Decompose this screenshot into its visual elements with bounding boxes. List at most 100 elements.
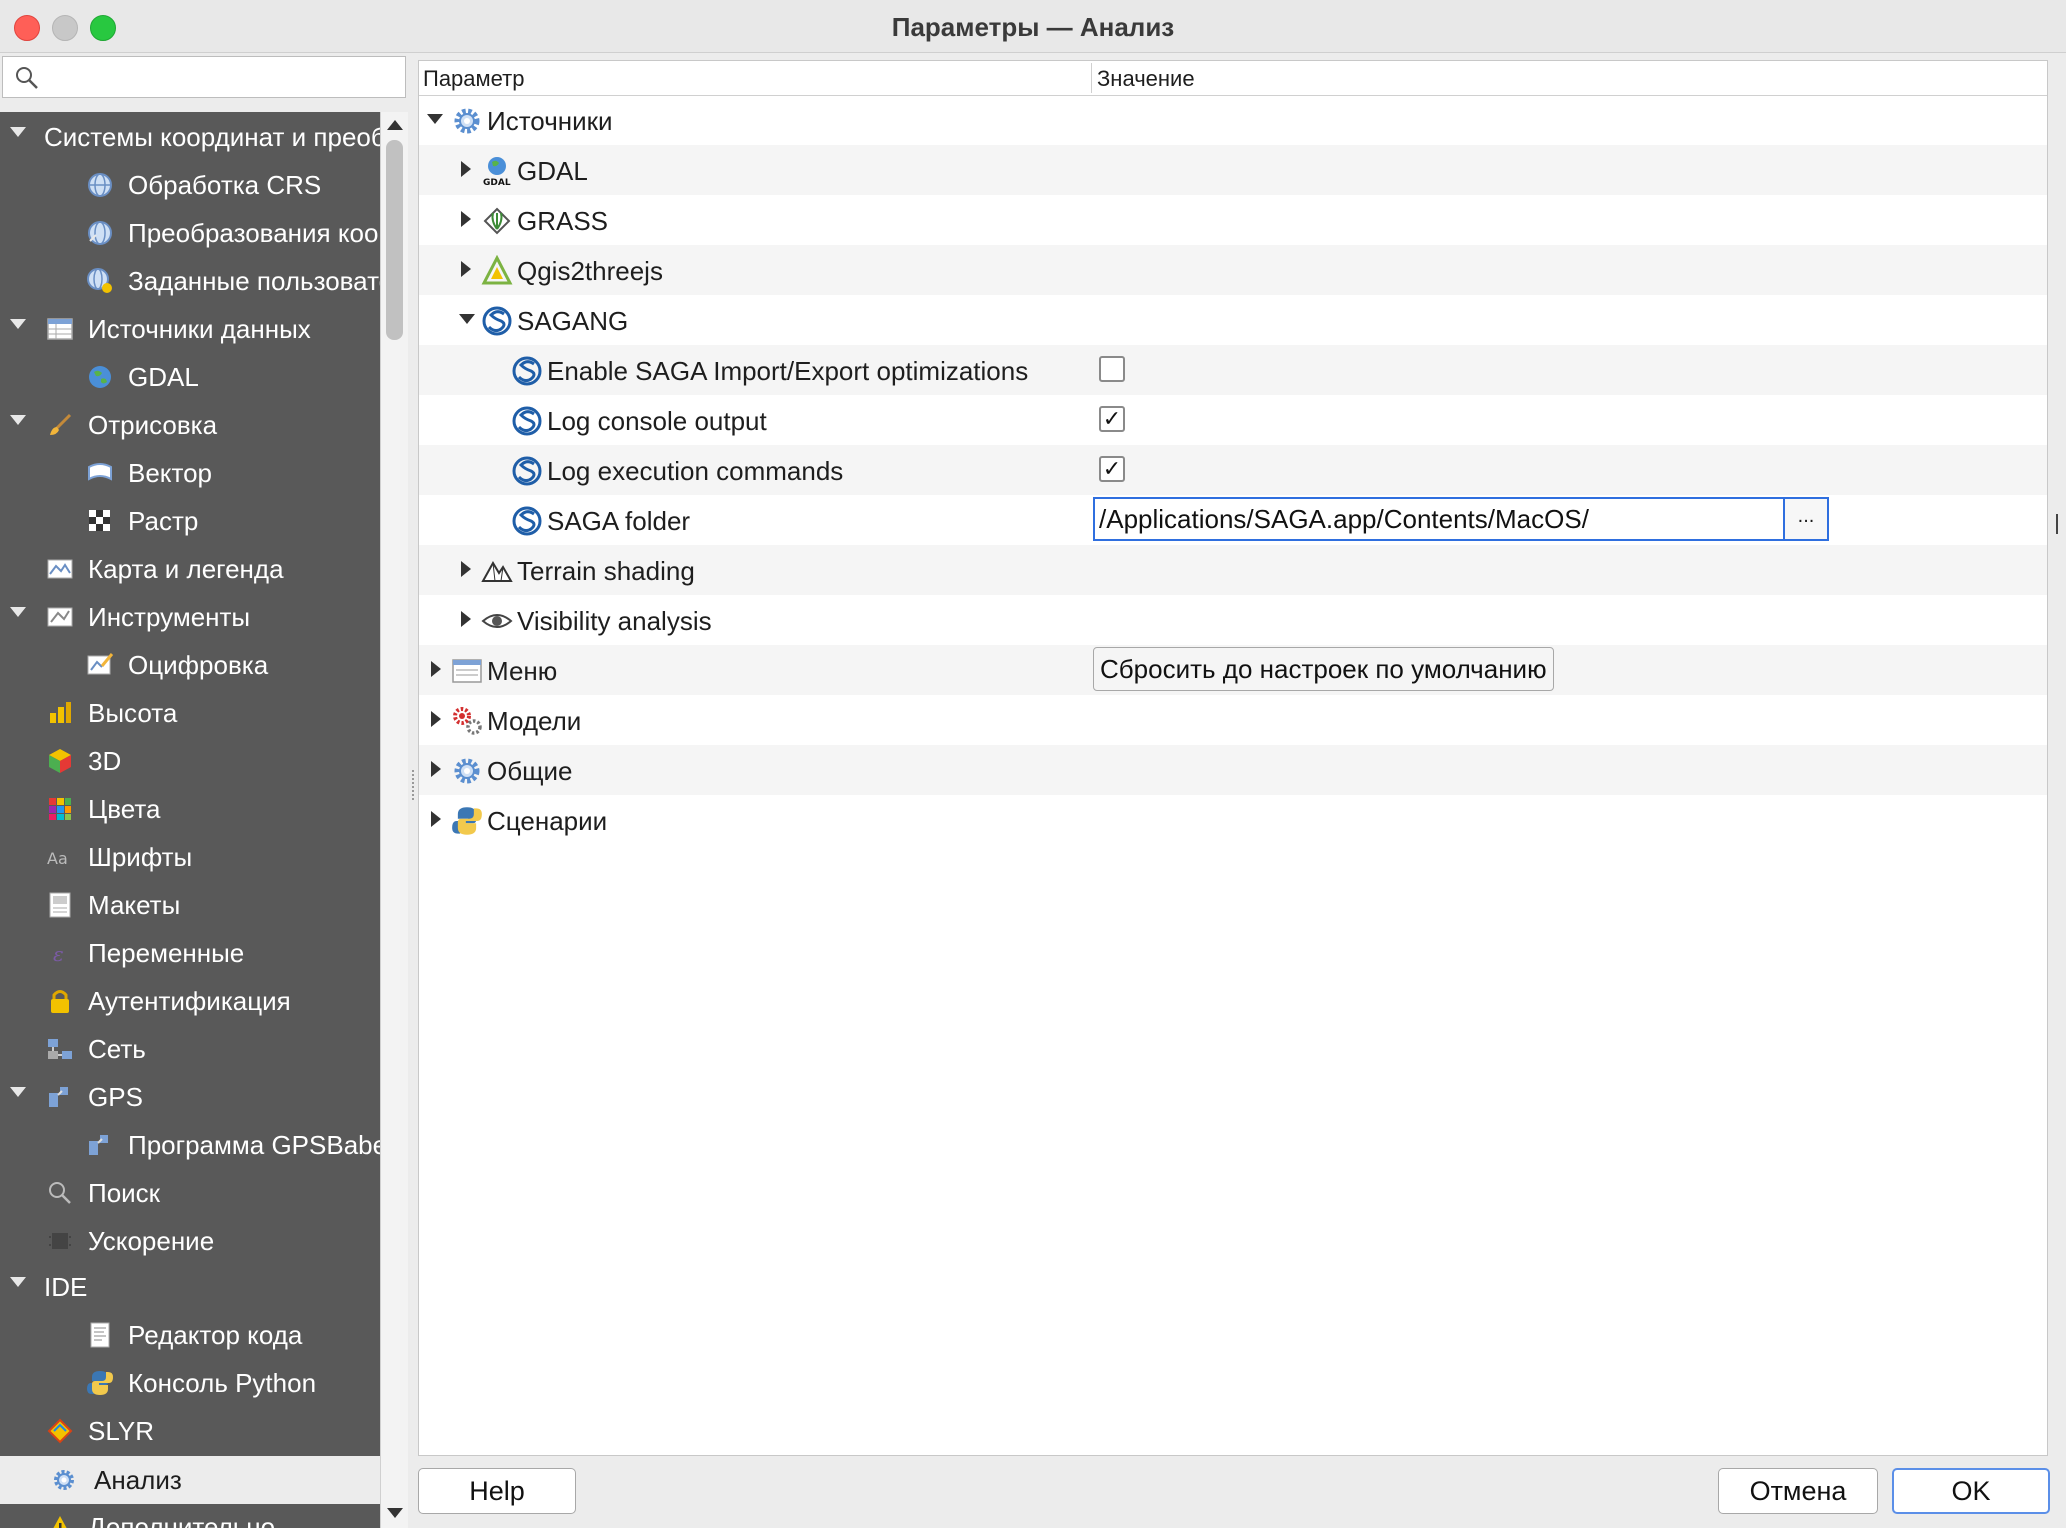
expand-arrow-icon[interactable] [431,661,441,677]
python-icon [452,807,482,835]
tree-row-label: GDAL [517,156,588,186]
sidebar-item-elevation[interactable]: Высота [0,690,380,736]
sidebar-item-digitizing[interactable]: Оцифровка [0,642,380,688]
collapse-arrow-icon[interactable] [427,114,443,124]
tree-row-scripts[interactable]: Сценарии [419,795,2047,845]
tree-row-visibility-analysis[interactable]: Visibility analysis [419,595,2047,645]
title-bar: Параметры — Анализ [0,0,2066,53]
column-header-value[interactable]: Значение [1097,66,1195,92]
sidebar-item-layouts[interactable]: Макеты [0,882,380,928]
sidebar-item-gpsbabel[interactable]: Программа GPSBabel [0,1122,380,1168]
gps-icon [89,1135,108,1155]
sidebar-item-label: Цвета [88,794,161,824]
scroll-down-icon[interactable] [387,1508,403,1518]
expand-arrow-icon[interactable] [10,415,26,425]
saga-import-export-checkbox[interactable] [1099,356,1125,382]
sidebar-item-data-sources[interactable]: Источники данных [0,306,380,352]
tree-header: Параметр Значение [419,61,2047,96]
saga-folder-input[interactable] [1093,497,1783,541]
sidebar-item-crs[interactable]: Системы координат и преоб [0,114,380,160]
tree-row-saga-folder[interactable]: SAGA folder ... [419,495,2047,545]
sidebar-item-crs-handling[interactable]: Обработка CRS [0,162,380,208]
help-button[interactable]: Help [418,1468,576,1514]
sidebar-item-acceleration[interactable]: Ускорение [0,1218,380,1264]
variables-icon: ε [53,942,64,966]
column-header-parameter[interactable]: Параметр [423,66,524,92]
tree-row-models[interactable]: Модели [419,695,2047,745]
sidebar-item-advanced[interactable]: Дополнительно [0,1504,380,1528]
reset-defaults-button[interactable]: Сбросить до настроек по умолчанию [1093,647,1554,691]
sidebar-item-tools[interactable]: Инструменты [0,594,380,640]
tree-row-log-execution-commands[interactable]: Log execution commands ✓ [419,445,2047,495]
tree-row-gdal[interactable]: GDAL GDAL [419,145,2047,195]
splitter-handle[interactable] [412,770,417,800]
tree-row-terrain-shading[interactable]: Terrain shading [419,545,2047,595]
sidebar-item-map-legend[interactable]: Карта и легенда [0,546,380,592]
expand-arrow-icon[interactable] [10,1087,26,1097]
sidebar-item-authentication[interactable]: Аутентификация [0,978,380,1024]
sidebar-item-code-editor[interactable]: Редактор кода [0,1312,380,1358]
saga-icon [512,506,542,536]
expand-arrow-icon[interactable] [10,1277,26,1287]
sidebar-item-gdal[interactable]: GDAL [0,354,380,400]
sidebar-item-gps[interactable]: GPS [0,1074,380,1120]
column-separator[interactable] [1091,63,1092,93]
sidebar: Системы координат и преоб Обработка CRS … [0,112,380,1528]
raster-icon [89,510,110,531]
sidebar-item-analysis[interactable]: Анализ [0,1456,380,1504]
sidebar-item-label: Переменные [88,938,245,968]
tree-row-label: SAGA folder [547,506,691,536]
tree-row-general[interactable]: Общие [419,745,2047,795]
expand-arrow-icon[interactable] [461,211,471,227]
expand-arrow-icon[interactable] [10,127,26,137]
tree-row-menus[interactable]: Меню Сбросить до настроек по умолчанию [419,645,2047,695]
sidebar-scrollbar[interactable] [380,112,408,1528]
log-execution-commands-checkbox[interactable]: ✓ [1099,456,1125,482]
sidebar-item-python-console[interactable]: Консоль Python [0,1360,380,1406]
expand-arrow-icon[interactable] [10,319,26,329]
sidebar-item-3d[interactable]: 3D [0,738,380,784]
expand-arrow-icon[interactable] [461,161,471,177]
expand-arrow-icon[interactable] [431,811,441,827]
scroll-thumb[interactable] [386,140,403,340]
tree-row-providers[interactable]: Источники [419,95,2047,145]
sidebar-item-rendering[interactable]: Отрисовка [0,402,380,448]
sidebar-item-ide[interactable]: IDE [0,1264,380,1310]
sidebar-item-label: Сеть [88,1034,146,1064]
tree-row-grass[interactable]: GRASS [419,195,2047,245]
sidebar-item-label: Заданные пользователем [128,266,380,296]
sidebar-item-fonts[interactable]: Aa Шрифты [0,834,380,880]
tree-row-label: Сценарии [487,806,608,836]
globe-transform-icon [88,221,112,245]
expand-arrow-icon[interactable] [461,611,471,627]
sidebar-item-network[interactable]: Сеть [0,1026,380,1072]
browse-folder-button[interactable]: ... [1783,497,1829,541]
ok-button[interactable]: OK [1892,1468,2050,1514]
tree-row-log-console-output[interactable]: Log console output ✓ [419,395,2047,445]
sidebar-item-variables[interactable]: ε Переменные [0,930,380,976]
scroll-up-icon[interactable] [387,120,403,130]
sidebar-item-locator[interactable]: Поиск [0,1170,380,1216]
expand-arrow-icon[interactable] [461,261,471,277]
expand-arrow-icon[interactable] [431,761,441,777]
sidebar-item-user-defined-crs[interactable]: Заданные пользователем [0,258,380,304]
log-console-output-checkbox[interactable]: ✓ [1099,406,1125,432]
sidebar-item-raster[interactable]: Растр [0,498,380,544]
tree-row-qgis2threejs[interactable]: Qgis2threejs [419,245,2047,295]
globe-star-icon [87,268,112,293]
expand-arrow-icon[interactable] [431,711,441,727]
expand-arrow-icon[interactable] [461,561,471,577]
collapse-arrow-icon[interactable] [459,314,475,324]
sidebar-item-vector[interactable]: Вектор [0,450,380,496]
sidebar-item-coord-transforms[interactable]: Преобразования координат [0,210,380,256]
expand-arrow-icon[interactable] [10,607,26,617]
tree-row-sagang[interactable]: SAGANG [419,295,2047,345]
vector-icon [88,463,112,481]
search-input[interactable] [2,56,406,98]
sidebar-item-slyr[interactable]: SLYR [0,1408,380,1454]
tree-row-saga-import-export[interactable]: Enable SAGA Import/Export optimizations [419,345,2047,395]
fonts-icon: Aa [47,849,68,868]
tree-row-label: Меню [487,656,558,686]
sidebar-item-colors[interactable]: Цвета [0,786,380,832]
cancel-button[interactable]: Отмена [1718,1468,1878,1514]
